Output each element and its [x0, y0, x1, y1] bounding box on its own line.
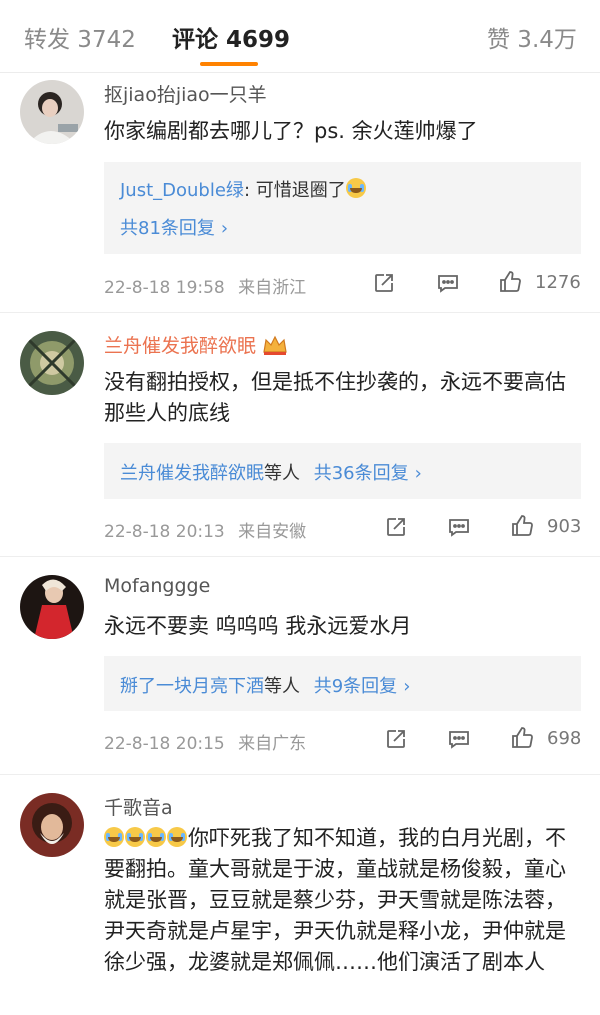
reply-usernames[interactable]: 兰舟催发我醉欲眠: [120, 463, 264, 484]
reply-preview[interactable]: Just_Double绿: 可惜退圈了 共81条回复 ›: [104, 162, 581, 254]
like-count: 903: [547, 516, 582, 537]
tab-comment[interactable]: 评论 4699: [172, 20, 290, 54]
reply-usernames[interactable]: 掰了一块月亮下酒: [120, 676, 264, 697]
crying-emoji-icon: [167, 827, 187, 847]
avatar[interactable]: [20, 331, 84, 395]
reply-text: : 可惜退圈了: [243, 180, 346, 201]
comment-meta: 22-8-18 20:13 来自安徽: [104, 517, 306, 542]
chevron-right-icon: ›: [220, 218, 229, 239]
comment-text: 你吓死我了知不知道，我的白月光剧，不要翻拍。童大哥就是于波，童战就是杨俊毅，童心…: [104, 823, 584, 978]
chevron-right-icon: ›: [403, 676, 411, 697]
comment-location: 来自浙江: [238, 278, 307, 298]
reply-etc: 等人: [264, 463, 300, 484]
avatar[interactable]: [20, 793, 84, 857]
comment-location: 来自安徽: [238, 522, 307, 542]
comment-meta: 22-8-18 19:58 来自浙江: [104, 273, 306, 298]
comment-item: Mofanggge 永远不要卖 呜呜呜 我永远爱水月 掰了一块月亮下酒等人 共9…: [0, 567, 600, 775]
crying-emoji-icon: [125, 827, 145, 847]
share-icon[interactable]: [384, 515, 408, 539]
thumbs-up-icon[interactable]: [510, 514, 534, 538]
comment-text: 没有翻拍授权，但是抵不住抄袭的，永远不要高估那些人的底线: [104, 370, 566, 425]
comment-item: 千歌音a 你吓死我了知不知道，我的白月光剧，不要翻拍。童大哥就是于波，童战就是杨…: [0, 785, 600, 1015]
crying-emoji-icon: [146, 827, 166, 847]
comment-text-body: 你吓死我了知不知道，我的白月光剧，不要翻拍。童大哥就是于波，童战就是杨俊毅，童心…: [104, 826, 566, 974]
reply-preview[interactable]: 掰了一块月亮下酒等人 共9条回复 ›: [104, 656, 581, 711]
tab-repost[interactable]: 转发 3742: [24, 20, 136, 54]
username[interactable]: 兰舟催发我醉欲眠: [104, 331, 288, 358]
comment-icon[interactable]: [447, 515, 471, 539]
comment-location: 来自广东: [238, 734, 307, 754]
view-replies-link[interactable]: 共81条回复 ›: [120, 214, 228, 240]
avatar[interactable]: [20, 575, 84, 639]
avatar[interactable]: [20, 80, 84, 144]
username[interactable]: 抠jiao抬jiao一只羊: [104, 80, 267, 107]
username-text: 兰舟催发我醉欲眠: [104, 335, 257, 357]
view-replies-link[interactable]: 掰了一块月亮下酒等人 共9条回复 ›: [120, 672, 410, 698]
share-icon[interactable]: [384, 727, 408, 751]
tab-bar: 转发 3742 评论 4699 赞 3.4万: [0, 0, 600, 73]
comment-time: 22-8-18 19:58: [104, 278, 225, 298]
reply-total: 共81条回复: [120, 218, 215, 239]
username[interactable]: 千歌音a: [104, 793, 173, 820]
crown-badge-icon: [262, 334, 288, 356]
view-replies-link[interactable]: 兰舟催发我醉欲眠等人 共36条回复 ›: [120, 459, 422, 485]
reply-total: 共36条回复: [313, 463, 409, 484]
reply-total: 共9条回复: [313, 676, 398, 697]
like-count: 698: [547, 728, 582, 749]
crying-emoji-icon: [104, 827, 124, 847]
comment-icon[interactable]: [436, 271, 460, 295]
comment-time: 22-8-18 20:15: [104, 734, 225, 754]
chevron-right-icon: ›: [414, 463, 422, 484]
crying-emoji-icon: [345, 178, 366, 198]
comment-item: 抠jiao抬jiao一只羊 你家编剧都去哪儿了？ps. 余火莲帅爆了 Just_…: [0, 72, 600, 313]
comment-text: 你家编剧都去哪儿了？ps. 余火莲帅爆了: [104, 119, 478, 143]
reply-etc: 等人: [264, 676, 300, 697]
comment-icon[interactable]: [447, 727, 471, 751]
like-count: 1276: [535, 272, 581, 293]
username[interactable]: Mofanggge: [104, 575, 210, 597]
reply-line: Just_Double绿: 可惜退圈了: [120, 176, 367, 202]
comment-text: 永远不要卖 呜呜呜 我永远爱水月: [104, 614, 412, 638]
active-tab-indicator: [200, 62, 258, 66]
share-icon[interactable]: [372, 271, 396, 295]
reply-preview[interactable]: 兰舟催发我醉欲眠等人 共36条回复 ›: [104, 443, 581, 499]
comment-meta: 22-8-18 20:15 来自广东: [104, 729, 306, 754]
tab-like[interactable]: 赞 3.4万: [487, 20, 577, 54]
comment-time: 22-8-18 20:13: [104, 522, 225, 542]
comment-item: 兰舟催发我醉欲眠 没有翻拍授权，但是抵不住抄袭的，永远不要高估那些人的底线 兰舟…: [0, 323, 600, 557]
reply-username[interactable]: Just_Double绿: [120, 180, 244, 201]
thumbs-up-icon[interactable]: [510, 726, 534, 750]
thumbs-up-icon[interactable]: [498, 270, 522, 294]
